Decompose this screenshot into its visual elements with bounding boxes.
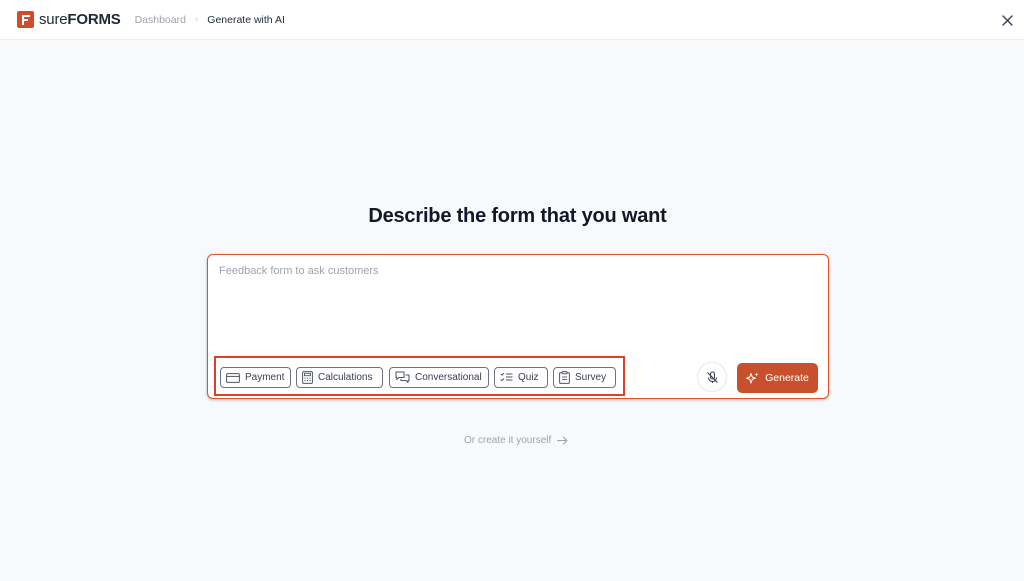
checklist-icon [500, 372, 513, 382]
sparkle-icon [746, 372, 759, 383]
page-title: Describe the form that you want [368, 205, 667, 227]
close-icon [1001, 14, 1013, 26]
chip-label: Quiz [518, 372, 539, 383]
chip-conversational[interactable]: Conversational [389, 367, 489, 388]
breadcrumb-current: Generate with AI [207, 13, 285, 26]
sureforms-logo[interactable]: sureFORMS [17, 11, 121, 28]
breadcrumb-separator: › [194, 14, 199, 25]
chip-label: Survey [575, 372, 607, 383]
brand-name: sureFORMS [39, 11, 121, 28]
top-bar: sureFORMS Dashboard › Generate with AI [0, 0, 1024, 40]
chip-label: Conversational [415, 372, 482, 383]
create-yourself-link[interactable]: Or create it yourself [464, 435, 568, 446]
prompt-box: Payment Calculations Conversational Quiz [207, 254, 829, 399]
microphone-off-icon [706, 370, 718, 383]
breadcrumb-dashboard-link[interactable]: Dashboard [135, 14, 186, 26]
credit-card-icon [226, 372, 240, 383]
close-button[interactable] [998, 11, 1016, 29]
chip-calculations[interactable]: Calculations [296, 367, 383, 388]
breadcrumb: Dashboard › Generate with AI [135, 14, 285, 26]
brand-name-suffix: FORMS [67, 11, 121, 28]
clipboard-icon [559, 371, 570, 384]
chip-quiz[interactable]: Quiz [494, 367, 548, 388]
chip-survey[interactable]: Survey [553, 367, 616, 388]
generate-label: Generate [765, 372, 809, 384]
chat-bubbles-icon [395, 371, 410, 383]
calculator-icon [302, 371, 313, 384]
chip-label: Payment [245, 372, 285, 383]
chip-label: Calculations [318, 372, 373, 383]
sureforms-logo-icon [17, 11, 34, 28]
brand-name-prefix: sure [39, 11, 68, 28]
chip-payment[interactable]: Payment [220, 367, 291, 388]
prompt-input[interactable] [219, 265, 819, 355]
create-yourself-label: Or create it yourself [464, 435, 552, 446]
arrow-right-icon [557, 436, 568, 445]
generate-button[interactable]: Generate [737, 363, 818, 393]
voice-input-button[interactable] [697, 362, 727, 392]
